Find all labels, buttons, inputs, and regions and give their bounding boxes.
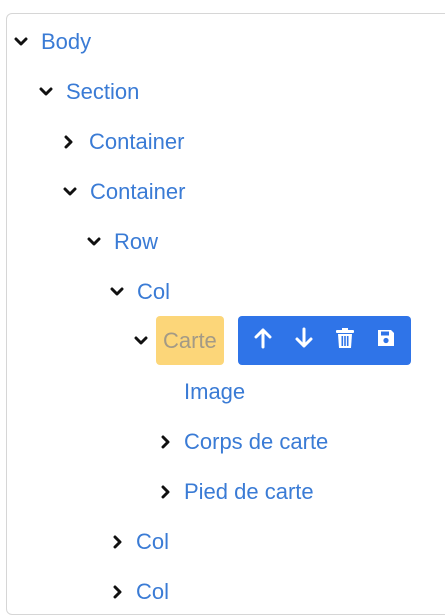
tree-node-label[interactable]: Image (184, 381, 245, 403)
node-action-toolbar (238, 316, 411, 365)
delete-button[interactable] (327, 323, 363, 359)
tree-node-body[interactable]: Body (14, 20, 91, 64)
tree-node-label[interactable]: Body (41, 31, 91, 53)
chevron-down-icon[interactable] (134, 334, 148, 348)
tree-node-container-expanded[interactable]: Container (63, 170, 185, 214)
tree-node-section[interactable]: Section (39, 70, 139, 114)
tree-node-label[interactable]: Col (136, 581, 169, 603)
move-up-button[interactable] (245, 323, 281, 359)
arrow-up-icon (253, 327, 273, 354)
tree-node-carte-selected[interactable]: Carte (134, 316, 224, 365)
chevron-down-icon[interactable] (39, 85, 53, 99)
chevron-right-icon[interactable] (111, 535, 125, 549)
tree-node-col-expanded[interactable]: Col (110, 270, 170, 314)
chevron-down-icon[interactable] (87, 235, 101, 249)
tree-node-col-collapsed[interactable]: Col (111, 570, 169, 614)
chevron-down-icon[interactable] (63, 185, 77, 199)
tree-node-label[interactable]: Row (114, 231, 158, 253)
tree-node-label[interactable]: Container (90, 181, 185, 203)
chevron-down-icon[interactable] (110, 285, 124, 299)
save-icon (376, 328, 396, 353)
tree-node-label[interactable]: Pied de carte (184, 481, 314, 503)
tree-node-label[interactable]: Section (66, 81, 139, 103)
tree-node-label[interactable]: Container (89, 131, 184, 153)
save-button[interactable] (368, 323, 404, 359)
trash-icon (335, 327, 355, 354)
tree-node-corps-de-carte[interactable]: Corps de carte (159, 420, 328, 464)
tree-node-image[interactable]: Image (184, 370, 245, 414)
tree-node-label[interactable]: Col (136, 531, 169, 553)
tree-node-label[interactable]: Corps de carte (184, 431, 328, 453)
tree-node-row[interactable]: Row (87, 220, 158, 264)
arrow-down-icon (294, 327, 314, 354)
chevron-down-icon[interactable] (14, 35, 28, 49)
chevron-right-icon[interactable] (111, 585, 125, 599)
tree-node-pied-de-carte[interactable]: Pied de carte (159, 470, 314, 514)
move-down-button[interactable] (286, 323, 322, 359)
chevron-right-icon[interactable] (159, 435, 173, 449)
tree-node-container-collapsed[interactable]: Container (62, 120, 184, 164)
tree-node-label-selected[interactable]: Carte (156, 316, 224, 365)
chevron-right-icon[interactable] (159, 485, 173, 499)
chevron-right-icon[interactable] (62, 135, 76, 149)
tree-node-label[interactable]: Col (137, 281, 170, 303)
tree-node-col-collapsed[interactable]: Col (111, 520, 169, 564)
